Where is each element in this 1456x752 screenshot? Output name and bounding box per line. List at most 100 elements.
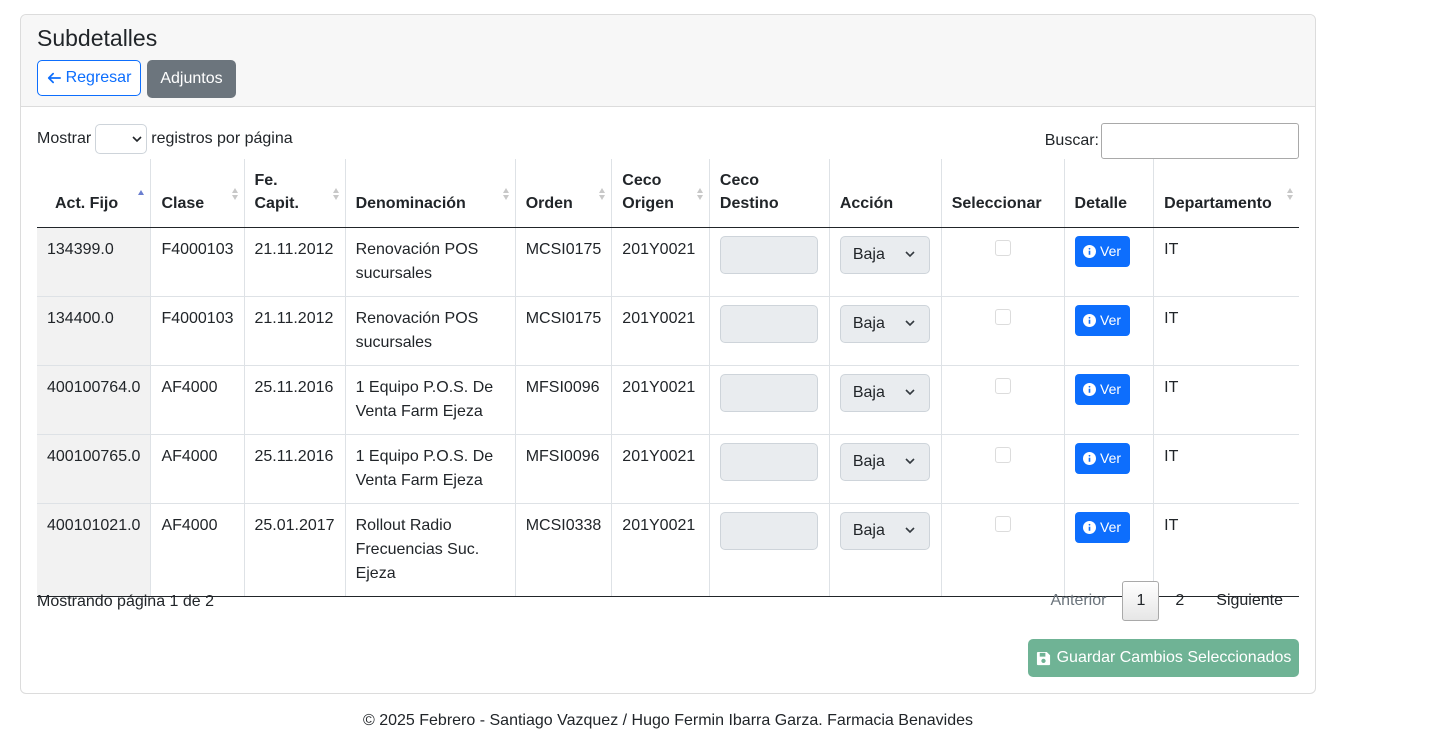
arrow-left-icon <box>47 72 61 84</box>
cell-detalle: Ver <box>1063 434 1154 504</box>
cell-orden: MFSI0096 <box>514 365 612 435</box>
sort-asc-icon <box>138 189 145 195</box>
accion-value: Baja <box>852 383 885 401</box>
cell-denominacion: 1 Equipo P.O.S. De Venta Farm Ejeza <box>344 365 516 435</box>
cell-act-fijo: 400100764.0 <box>37 365 151 435</box>
col-clase[interactable]: Clase <box>150 159 244 228</box>
info-circle-icon <box>1083 520 1097 534</box>
col-departamento[interactable]: Departamento <box>1153 159 1299 228</box>
sort-icon <box>502 187 509 200</box>
ceco-destino-input[interactable] <box>719 511 818 550</box>
cell-fecha: 21.11.2012 <box>243 227 346 297</box>
page-length-select[interactable] <box>95 124 148 154</box>
per-page-label: registros por página <box>151 130 293 147</box>
accion-value: Baja <box>852 452 885 470</box>
ceco-destino-input[interactable] <box>719 235 818 274</box>
cell-fecha: 25.11.2016 <box>243 434 346 504</box>
cell-seleccionar <box>940 365 1065 435</box>
accion-select[interactable]: Baja <box>839 511 930 550</box>
col-label: Orden <box>525 194 573 212</box>
cell-act-fijo: 400100765.0 <box>37 434 151 504</box>
accion-select[interactable]: Baja <box>839 442 930 481</box>
cell-seleccionar <box>940 434 1065 504</box>
ver-button[interactable]: Ver <box>1074 304 1130 336</box>
prev-page-button[interactable]: Anterior <box>1034 581 1122 621</box>
ver-button[interactable]: Ver <box>1074 235 1130 267</box>
col-denominacion[interactable]: Denominación <box>344 159 516 228</box>
cell-detalle: Ver <box>1063 296 1154 366</box>
ver-button-label: Ver <box>1100 312 1122 328</box>
accion-select[interactable]: Baja <box>839 235 930 274</box>
next-page-button[interactable]: Siguiente <box>1200 581 1299 621</box>
cell-denominacion: 1 Equipo P.O.S. De Venta Farm Ejeza <box>344 434 516 504</box>
col-label: Denominación <box>355 194 466 212</box>
cell-ceco-destino <box>708 434 830 504</box>
cell-orden: MFSI0096 <box>514 434 612 504</box>
ver-button[interactable]: Ver <box>1074 511 1130 543</box>
select-checkbox[interactable] <box>994 308 1011 325</box>
select-checkbox[interactable] <box>994 446 1011 463</box>
back-button[interactable]: Regresar <box>37 60 141 96</box>
col-orden[interactable]: Orden <box>514 159 612 228</box>
cell-orden: MCSI0175 <box>514 296 612 366</box>
chevron-down-icon <box>905 526 915 533</box>
cell-ceco-origen: 201Y0021 <box>611 365 710 435</box>
subdetalles-card: Subdetalles Regresar Adjuntos Mostrar re… <box>20 14 1316 694</box>
col-label: Act. Fijo <box>55 194 119 212</box>
pagination: Anterior 1 2 Siguiente <box>1034 581 1299 621</box>
save-selected-button[interactable]: Guardar Cambios Seleccionados <box>1028 639 1299 677</box>
col-act-fijo[interactable]: Act. Fijo <box>37 159 151 228</box>
info-circle-icon <box>1083 313 1097 327</box>
col-label: Departamento <box>1164 194 1272 212</box>
col-label: Fe. Capit. <box>254 171 299 212</box>
pagination-info: Mostrando página 1 de 2 <box>37 593 215 610</box>
table-row: 134400.0 F4000103 21.11.2012 Renovación POS… <box>37 296 1299 366</box>
cell-departamento: IT <box>1153 434 1299 504</box>
select-checkbox[interactable] <box>994 239 1011 256</box>
page-1-button[interactable]: 1 <box>1122 581 1160 621</box>
ver-button-label: Ver <box>1100 450 1122 466</box>
chevron-down-icon <box>905 457 915 464</box>
sort-icon <box>332 187 339 200</box>
select-checkbox[interactable] <box>994 377 1011 394</box>
ceco-destino-input[interactable] <box>719 373 818 412</box>
attachments-button[interactable]: Adjuntos <box>147 60 236 98</box>
ver-button-label: Ver <box>1100 519 1122 535</box>
cell-ceco-origen: 201Y0021 <box>611 503 710 597</box>
col-label: Ceco Destino <box>719 171 779 212</box>
accion-select[interactable]: Baja <box>839 373 930 412</box>
select-checkbox[interactable] <box>994 515 1011 532</box>
col-accion: Acción <box>828 159 942 228</box>
page-2-button[interactable]: 2 <box>1159 581 1200 621</box>
footer-text: © 2025 Febrero - Santiago Vazquez / Hugo… <box>362 712 973 729</box>
cell-clase: AF4000 <box>150 434 244 504</box>
cell-accion: Baja <box>828 227 942 297</box>
col-fecha[interactable]: Fe. Capit. <box>243 159 346 228</box>
sort-icon <box>599 187 606 200</box>
cell-seleccionar <box>940 296 1065 366</box>
show-label: Mostrar <box>37 130 92 147</box>
accion-value: Baja <box>852 245 885 263</box>
ceco-destino-input[interactable] <box>719 442 818 481</box>
info-circle-icon <box>1083 244 1097 258</box>
table-row: 400100765.0 AF4000 25.11.2016 1 Equipo P.O.… <box>37 434 1299 504</box>
cell-ceco-destino <box>708 227 830 297</box>
ver-button-label: Ver <box>1100 243 1122 259</box>
cell-departamento: IT <box>1153 296 1299 366</box>
page-title: Subdetalles <box>37 25 158 51</box>
accion-select[interactable]: Baja <box>839 304 930 343</box>
col-ceco-origen[interactable]: Ceco Origen <box>611 159 710 228</box>
ceco-destino-input[interactable] <box>719 304 818 343</box>
search-input[interactable] <box>1101 123 1299 159</box>
cell-act-fijo: 400101021.0 <box>37 503 151 597</box>
col-detalle: Detalle <box>1063 159 1154 228</box>
cell-detalle: Ver <box>1063 365 1154 435</box>
cell-departamento: IT <box>1153 365 1299 435</box>
info-circle-icon <box>1083 382 1097 396</box>
search-label: Buscar: <box>1044 132 1099 149</box>
table-header-row: Act. Fijo Clase Fe. Capit. Denominación … <box>37 159 1299 228</box>
ver-button[interactable]: Ver <box>1074 442 1130 474</box>
table-row: 134399.0 F4000103 21.11.2012 Renovación POS… <box>37 227 1299 297</box>
cell-ceco-origen: 201Y0021 <box>611 434 710 504</box>
ver-button[interactable]: Ver <box>1074 373 1130 405</box>
